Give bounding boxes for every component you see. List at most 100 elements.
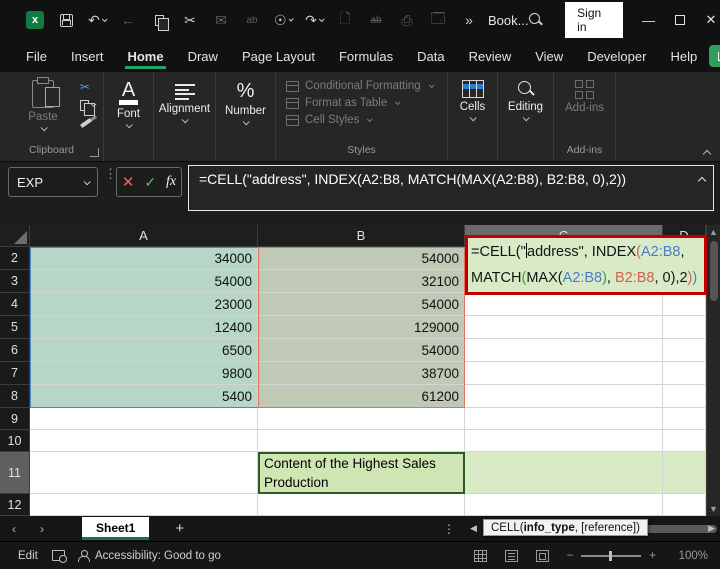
add-sheet-icon[interactable]: + (149, 520, 210, 537)
cells-menu-button[interactable]: Cells (449, 78, 497, 121)
enter-icon[interactable]: ✓ (144, 174, 156, 191)
tab-draw[interactable]: Draw (176, 43, 230, 70)
minimize-button[interactable]: — (633, 0, 664, 40)
formula-input[interactable]: =CELL("address", INDEX(A2:B8, MATCH(MAX(… (188, 165, 714, 211)
zoom-slider-thumb[interactable] (609, 551, 612, 561)
cell-d9[interactable] (663, 408, 706, 430)
cell-a12[interactable] (30, 494, 258, 516)
alignment-menu-button[interactable]: Alignment (155, 78, 215, 123)
select-all-corner[interactable] (0, 225, 30, 247)
tab-file[interactable]: File (14, 43, 59, 70)
vertical-scroll-thumb[interactable] (710, 241, 718, 301)
cell-d6[interactable] (663, 339, 706, 362)
cell-b10[interactable] (258, 430, 465, 452)
name-box[interactable]: EXP (8, 167, 98, 197)
cell-editor-c11[interactable]: =CELL("address", INDEX(A2:B8, MATCH(MAX(… (465, 235, 707, 295)
touch-mode-icon[interactable]: ☉ (274, 11, 292, 29)
search-icon[interactable] (528, 12, 543, 28)
save-icon[interactable] (57, 11, 75, 29)
cell-c6[interactable] (465, 339, 663, 362)
row-header-6[interactable]: 6 (0, 339, 30, 362)
undo-icon[interactable]: ↶ (88, 11, 106, 29)
normal-view-icon[interactable] (474, 550, 487, 562)
close-button[interactable]: ✕ (695, 0, 720, 40)
cell-d11[interactable] (663, 452, 706, 494)
cell-a8[interactable]: 5400 (30, 385, 258, 408)
cell-d5[interactable] (663, 316, 706, 339)
cut-icon[interactable]: ✂ (80, 80, 96, 94)
cell-a10[interactable] (30, 430, 258, 452)
copy-icon[interactable] (80, 98, 96, 112)
number-menu-button[interactable]: % Number (217, 78, 275, 125)
zoom-level[interactable]: 100% (674, 550, 708, 562)
row-header-8[interactable]: 8 (0, 385, 30, 408)
cell-b11[interactable]: Content of the Highest Sales Production (258, 452, 465, 494)
share-button[interactable]: Share (709, 45, 720, 67)
cell-c11[interactable] (465, 452, 663, 494)
cut-icon[interactable]: ✂ (181, 11, 199, 29)
paste-button[interactable]: Paste (14, 78, 72, 131)
cell-b8[interactable]: 61200 (258, 385, 465, 408)
vertical-scrollbar[interactable]: ▲ ▼ (706, 225, 720, 516)
row-header-7[interactable]: 7 (0, 362, 30, 385)
tab-developer[interactable]: Developer (575, 43, 658, 70)
redo-icon[interactable]: ↷ (305, 11, 323, 29)
toolbar-overflow-icon[interactable]: » (460, 11, 478, 29)
editing-menu-button[interactable]: Editing (499, 78, 553, 121)
scroll-left-icon[interactable]: ◀ (465, 523, 482, 534)
cell-c5[interactable] (465, 316, 663, 339)
row-header-9[interactable]: 9 (0, 408, 30, 430)
cell-c8[interactable] (465, 385, 663, 408)
maximize-button[interactable] (664, 0, 695, 40)
conditional-formatting-button[interactable]: Conditional Formatting (286, 80, 433, 92)
cell-b2[interactable]: 54000 (258, 247, 465, 270)
cell-c4[interactable] (465, 293, 663, 316)
tab-view[interactable]: View (523, 43, 575, 70)
scroll-up-icon[interactable]: ▲ (707, 225, 720, 239)
cell-c10[interactable] (465, 430, 663, 452)
addins-button[interactable]: Add-ins (556, 78, 614, 114)
cell-d8[interactable] (663, 385, 706, 408)
clipboard-dialog-launcher-icon[interactable] (90, 148, 99, 157)
cell-b7[interactable]: 38700 (258, 362, 465, 385)
format-as-table-button[interactable]: Format as Table (286, 97, 433, 109)
tab-help[interactable]: Help (658, 43, 709, 70)
sheet-tab-sheet1[interactable]: Sheet1 (82, 517, 149, 540)
sign-in-button[interactable]: Sign in (565, 2, 623, 38)
column-header-a[interactable]: A (30, 225, 258, 247)
row-header-2[interactable]: 2 (0, 247, 30, 270)
accessibility-status[interactable]: Accessibility: Good to go (95, 550, 221, 562)
row-header-5[interactable]: 5 (0, 316, 30, 339)
cell-d10[interactable] (663, 430, 706, 452)
cell-b3[interactable]: 32100 (258, 270, 465, 293)
cell-b5[interactable]: 129000 (258, 316, 465, 339)
macro-record-icon[interactable] (52, 550, 65, 561)
scroll-down-icon[interactable]: ▼ (707, 502, 720, 516)
row-header-11[interactable]: 11 (0, 452, 30, 494)
page-break-view-icon[interactable] (536, 550, 549, 562)
page-layout-view-icon[interactable] (505, 550, 518, 562)
cell-b12[interactable] (258, 494, 465, 516)
cell-a9[interactable] (30, 408, 258, 430)
cell-d4[interactable] (663, 293, 706, 316)
collapse-ribbon-icon[interactable] (703, 150, 711, 158)
zoom-slider[interactable] (581, 555, 641, 557)
tab-formulas[interactable]: Formulas (327, 43, 405, 70)
cancel-icon[interactable]: ✕ (122, 173, 135, 191)
document-title[interactable]: Book... (488, 13, 528, 28)
scroll-right-icon[interactable]: ▶ (703, 523, 720, 534)
copy-icon[interactable] (150, 11, 168, 29)
cell-a11[interactable] (30, 452, 258, 494)
cell-a4[interactable]: 23000 (30, 293, 258, 316)
cell-c12[interactable] (465, 494, 663, 516)
cell-c9[interactable] (465, 408, 663, 430)
cell-styles-button[interactable]: Cell Styles (286, 114, 433, 126)
cell-a3[interactable]: 54000 (30, 270, 258, 293)
row-header-10[interactable]: 10 (0, 430, 30, 452)
row-header-4[interactable]: 4 (0, 293, 30, 316)
cell-b6[interactable]: 54000 (258, 339, 465, 362)
format-painter-icon[interactable] (80, 116, 96, 130)
tab-review[interactable]: Review (457, 43, 524, 70)
cell-a7[interactable]: 9800 (30, 362, 258, 385)
sheet-options-icon[interactable]: ⋮ (443, 522, 465, 536)
